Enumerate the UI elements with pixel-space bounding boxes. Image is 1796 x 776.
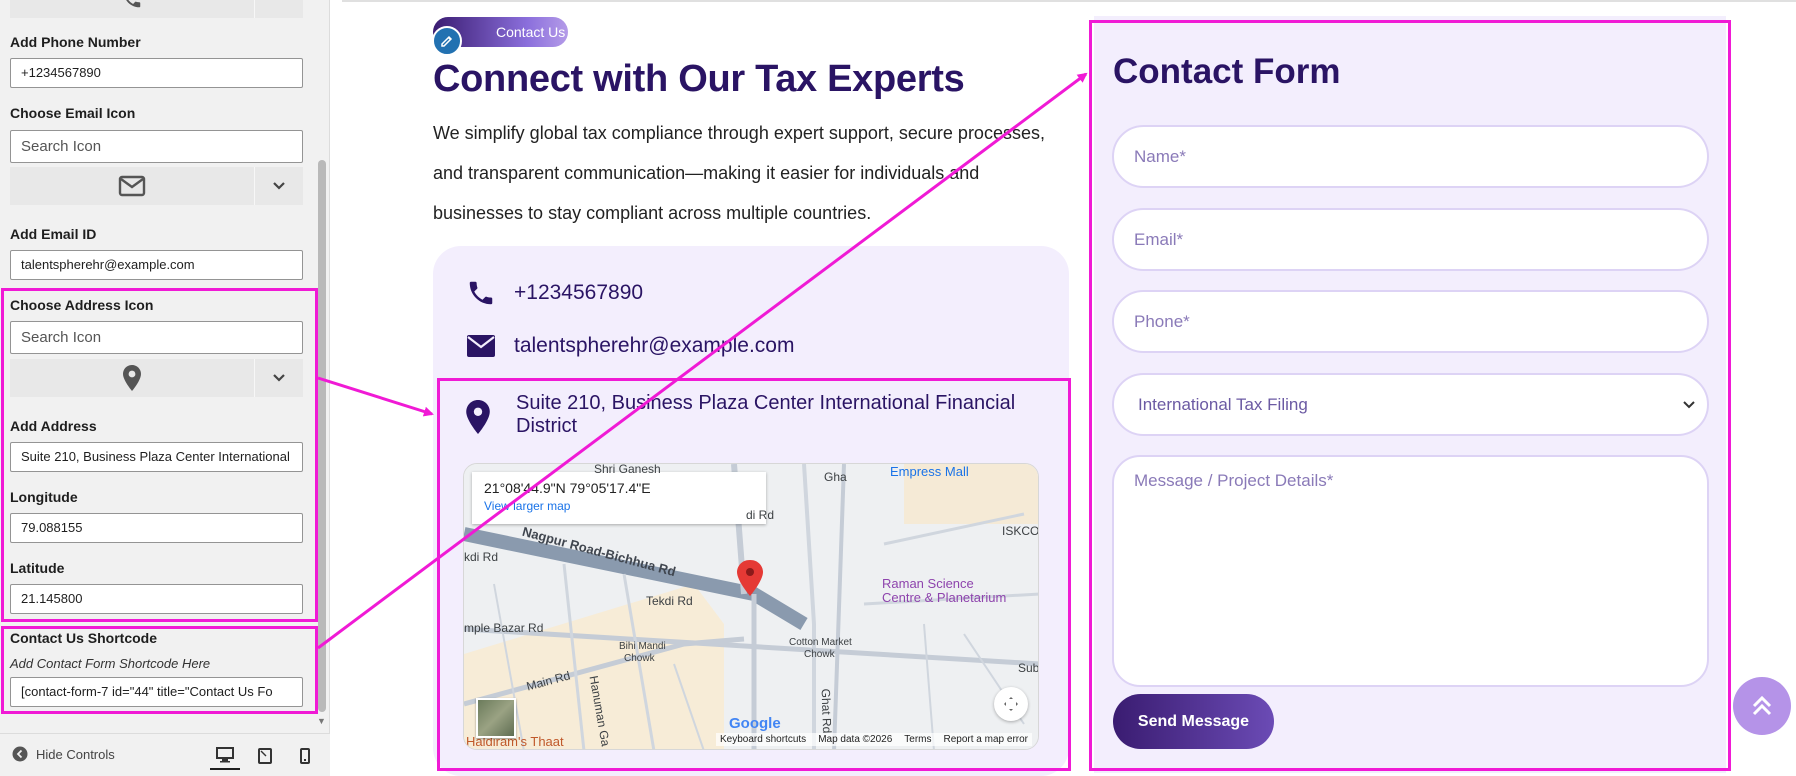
- phone-input[interactable]: +1234567890: [10, 58, 303, 88]
- contact-email-text[interactable]: talentspherehr@example.com: [514, 334, 794, 358]
- email-input[interactable]: talentspherehr@example.com: [10, 250, 303, 280]
- intro-paragraph: We simplify global tax compliance throug…: [433, 123, 1045, 223]
- hide-controls-label: Hide Controls: [36, 746, 115, 762]
- phone-icon-picker[interactable]: [10, 0, 303, 18]
- hide-controls-button[interactable]: Hide Controls: [12, 746, 115, 762]
- tablet-preview-icon[interactable]: [250, 742, 280, 770]
- chevron-down-icon[interactable]: [255, 167, 303, 205]
- email-icon-label: Choose Email Icon: [10, 105, 136, 121]
- email-icon-search-input[interactable]: Search Icon: [10, 130, 303, 163]
- scroll-down-arrow-icon[interactable]: ▼: [317, 716, 326, 726]
- envelope-icon: [467, 335, 495, 357]
- mobile-preview-icon[interactable]: [290, 742, 320, 770]
- edit-pencil-icon[interactable]: [432, 26, 462, 56]
- phone-label: Add Phone Number: [10, 34, 141, 50]
- phone-icon: [469, 281, 493, 305]
- contact-phone-text[interactable]: +1234567890: [514, 281, 643, 305]
- annotation-box-contact-form: [1089, 20, 1731, 771]
- double-chevron-up-icon: [1752, 695, 1772, 716]
- annotation-box-address-settings: [1, 288, 318, 622]
- collapse-icon: [12, 746, 28, 762]
- chevron-down-icon[interactable]: [255, 0, 303, 18]
- desktop-preview-icon[interactable]: [210, 742, 240, 770]
- phone-icon: [10, 0, 255, 18]
- email-label: Add Email ID: [10, 226, 97, 242]
- contact-email-row: talentspherehr@example.com: [466, 334, 794, 358]
- email-icon-picker[interactable]: [10, 167, 303, 205]
- contact-phone-row: +1234567890: [466, 278, 643, 308]
- page-heading: Connect with Our Tax Experts: [433, 58, 965, 100]
- preview-top-divider: [342, 0, 1796, 2]
- sidebar-footer: Hide Controls: [0, 733, 330, 776]
- annotation-box-shortcode: [1, 626, 318, 714]
- annotation-box-address-map: [437, 378, 1071, 771]
- sidebar-scrollbar[interactable]: [318, 160, 326, 712]
- device-preview-switcher: [210, 742, 320, 770]
- scroll-to-top-button[interactable]: [1733, 677, 1791, 735]
- envelope-icon: [10, 167, 255, 205]
